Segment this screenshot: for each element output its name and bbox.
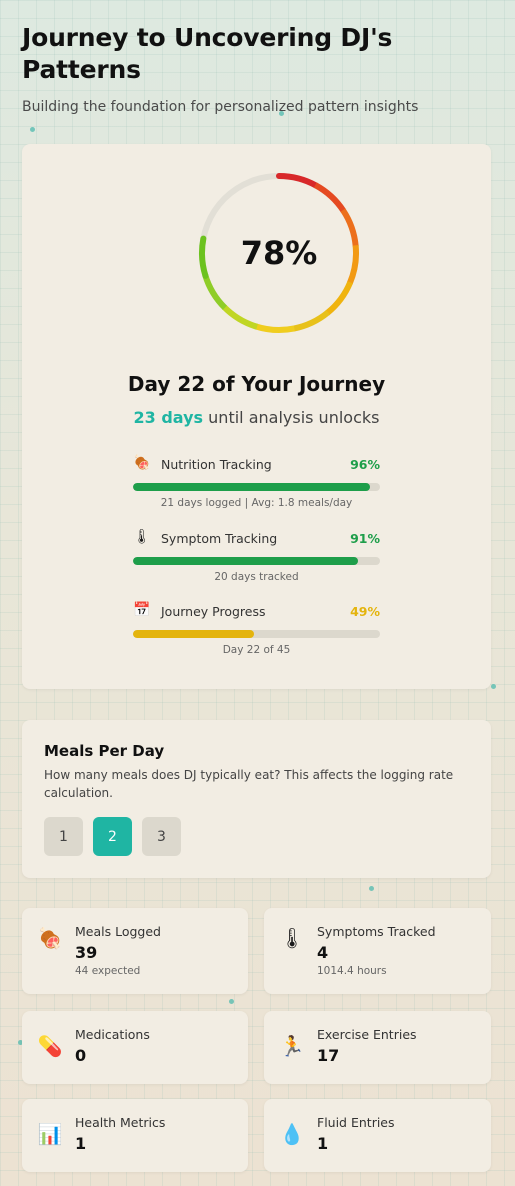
stat-value: 0 bbox=[75, 1046, 87, 1065]
stat-fluid-entries: 💧 Fluid Entries 1 bbox=[264, 1099, 491, 1172]
pill-icon: 💊 bbox=[37, 1034, 63, 1058]
meat-icon: 🍖 bbox=[37, 926, 63, 950]
journey-day-title: Day 22 of Your Journey bbox=[127, 372, 386, 396]
stat-label: Exercise Entries bbox=[317, 1027, 417, 1042]
metric-label: Journey Progress bbox=[161, 604, 266, 619]
metric-bar-fill bbox=[133, 557, 358, 565]
stat-value: 4 bbox=[317, 943, 329, 962]
meals-per-day-title: Meals Per Day bbox=[44, 742, 165, 760]
stat-label: Medications bbox=[75, 1027, 150, 1042]
metric-bar bbox=[133, 557, 380, 565]
metric-bar-fill bbox=[133, 483, 371, 491]
metric-bar-fill bbox=[133, 630, 255, 638]
metric-journey-progress: 📅 Journey Progress 49% Day 22 of 45 bbox=[133, 602, 380, 656]
droplet-icon: 💧 bbox=[279, 1122, 305, 1146]
stat-medications: 💊 Medications 0 bbox=[22, 1011, 248, 1084]
meat-icon: 🍖 bbox=[133, 455, 151, 471]
stat-exercise-entries: 🏃 Exercise Entries 17 bbox=[264, 1011, 491, 1084]
meals-option-1[interactable]: 1 bbox=[44, 817, 83, 856]
meals-option-3[interactable]: 3 bbox=[142, 817, 181, 856]
thermometer-icon: 🌡 bbox=[279, 926, 305, 950]
meals-option-2[interactable]: 2 bbox=[93, 817, 132, 856]
meals-per-day-card: Meals Per Day How many meals does DJ typ… bbox=[22, 720, 491, 878]
stat-label: Health Metrics bbox=[75, 1115, 166, 1130]
unlock-text: until analysis unlocks bbox=[208, 408, 380, 427]
runner-icon: 🏃 bbox=[279, 1034, 305, 1058]
metric-note: 21 days logged | Avg: 1.8 meals/day bbox=[160, 497, 353, 509]
stat-value: 1 bbox=[75, 1134, 87, 1153]
metric-label: Nutrition Tracking bbox=[161, 457, 272, 472]
metric-bar bbox=[133, 630, 380, 638]
stat-label: Fluid Entries bbox=[317, 1115, 395, 1130]
stat-value: 39 bbox=[75, 943, 98, 962]
stat-subtext: 1014.4 hours bbox=[317, 965, 387, 977]
metric-note: 20 days tracked bbox=[214, 571, 299, 583]
metric-percent: 96% bbox=[350, 457, 380, 472]
journey-progress-card: 78% Day 22 of Your Journey 23 days until… bbox=[22, 144, 491, 689]
stat-label: Symptoms Tracked bbox=[317, 924, 436, 939]
metric-label: Symptom Tracking bbox=[161, 531, 278, 546]
meals-per-day-options: 1 2 3 bbox=[44, 817, 181, 856]
unlock-countdown: 23 days until analysis unlocks bbox=[22, 408, 491, 427]
page-title: Journey to Uncovering DJ's Patterns bbox=[22, 23, 393, 84]
metric-percent: 49% bbox=[350, 604, 380, 619]
chart-icon: 📊 bbox=[37, 1122, 63, 1146]
metric-symptom-tracking: 🌡 Symptom Tracking 91% 20 days tracked bbox=[133, 529, 380, 583]
stat-value: 1 bbox=[317, 1134, 329, 1153]
meals-per-day-description: How many meals does DJ typically eat? Th… bbox=[44, 768, 454, 800]
stat-symptoms-tracked: 🌡 Symptoms Tracked 4 1014.4 hours bbox=[264, 908, 491, 994]
page-header: Journey to Uncovering DJ's Patterns Buil… bbox=[22, 22, 492, 115]
metric-bar bbox=[133, 483, 380, 491]
stat-subtext: 44 expected bbox=[75, 965, 141, 977]
metric-note: Day 22 of 45 bbox=[222, 644, 291, 656]
stat-meals-logged: 🍖 Meals Logged 39 44 expected bbox=[22, 908, 248, 994]
calendar-icon: 📅 bbox=[133, 602, 151, 618]
progress-ring: 78% bbox=[197, 171, 361, 335]
page-subtitle: Building the foundation for personalized… bbox=[22, 99, 419, 115]
unlock-days: 23 days bbox=[133, 408, 204, 427]
stat-value: 17 bbox=[317, 1046, 340, 1065]
metric-percent: 91% bbox=[350, 531, 380, 546]
progress-percent: 78% bbox=[240, 234, 318, 272]
stat-health-metrics: 📊 Health Metrics 1 bbox=[22, 1099, 248, 1172]
stat-label: Meals Logged bbox=[75, 924, 161, 939]
thermometer-icon: 🌡 bbox=[133, 529, 151, 545]
metric-nutrition-tracking: 🍖 Nutrition Tracking 96% 21 days logged … bbox=[133, 455, 380, 509]
